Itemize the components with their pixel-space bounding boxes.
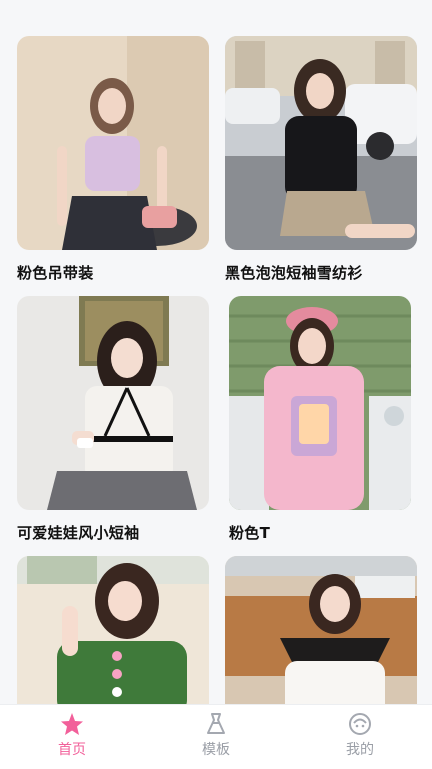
dress-icon <box>207 713 225 734</box>
product-title: 粉色T <box>229 524 271 542</box>
product-photo[interactable] <box>17 36 209 250</box>
product-photo[interactable] <box>229 296 411 510</box>
star-icon <box>61 713 83 735</box>
tab-home[interactable]: 首页 <box>0 705 144 769</box>
product-card[interactable]: 可爱娃娃风小短袖 <box>17 296 209 542</box>
product-card[interactable] <box>17 556 209 704</box>
tab-templates-label: 模板 <box>202 742 230 758</box>
tab-home-label: 首页 <box>58 742 86 758</box>
product-photo[interactable] <box>17 556 209 704</box>
product-title: 可爱娃娃风小短袖 <box>17 524 140 542</box>
product-card[interactable]: 黑色泡泡短袖雪纺衫 <box>225 36 417 282</box>
tab-profile[interactable]: 我的 <box>288 705 432 769</box>
product-photo[interactable] <box>225 556 417 704</box>
product-title: 粉色吊带装 <box>17 264 94 282</box>
product-card[interactable]: 粉色吊带装 <box>17 36 209 282</box>
product-grid: 粉色吊带装 黑色泡泡短袖雪纺衫 可爱娃娃风小短袖 粉色T <box>0 0 432 704</box>
bottom-tab-bar: 首页 模板 我的 <box>0 704 432 769</box>
tab-profile-label: 我的 <box>346 742 374 758</box>
product-photo[interactable] <box>225 36 417 250</box>
profile-icon <box>349 713 371 735</box>
product-card[interactable] <box>225 556 417 704</box>
product-title: 黑色泡泡短袖雪纺衫 <box>225 264 363 282</box>
product-photo[interactable] <box>17 296 209 510</box>
tab-templates[interactable]: 模板 <box>144 705 288 769</box>
product-card[interactable]: 粉色T <box>229 296 421 542</box>
